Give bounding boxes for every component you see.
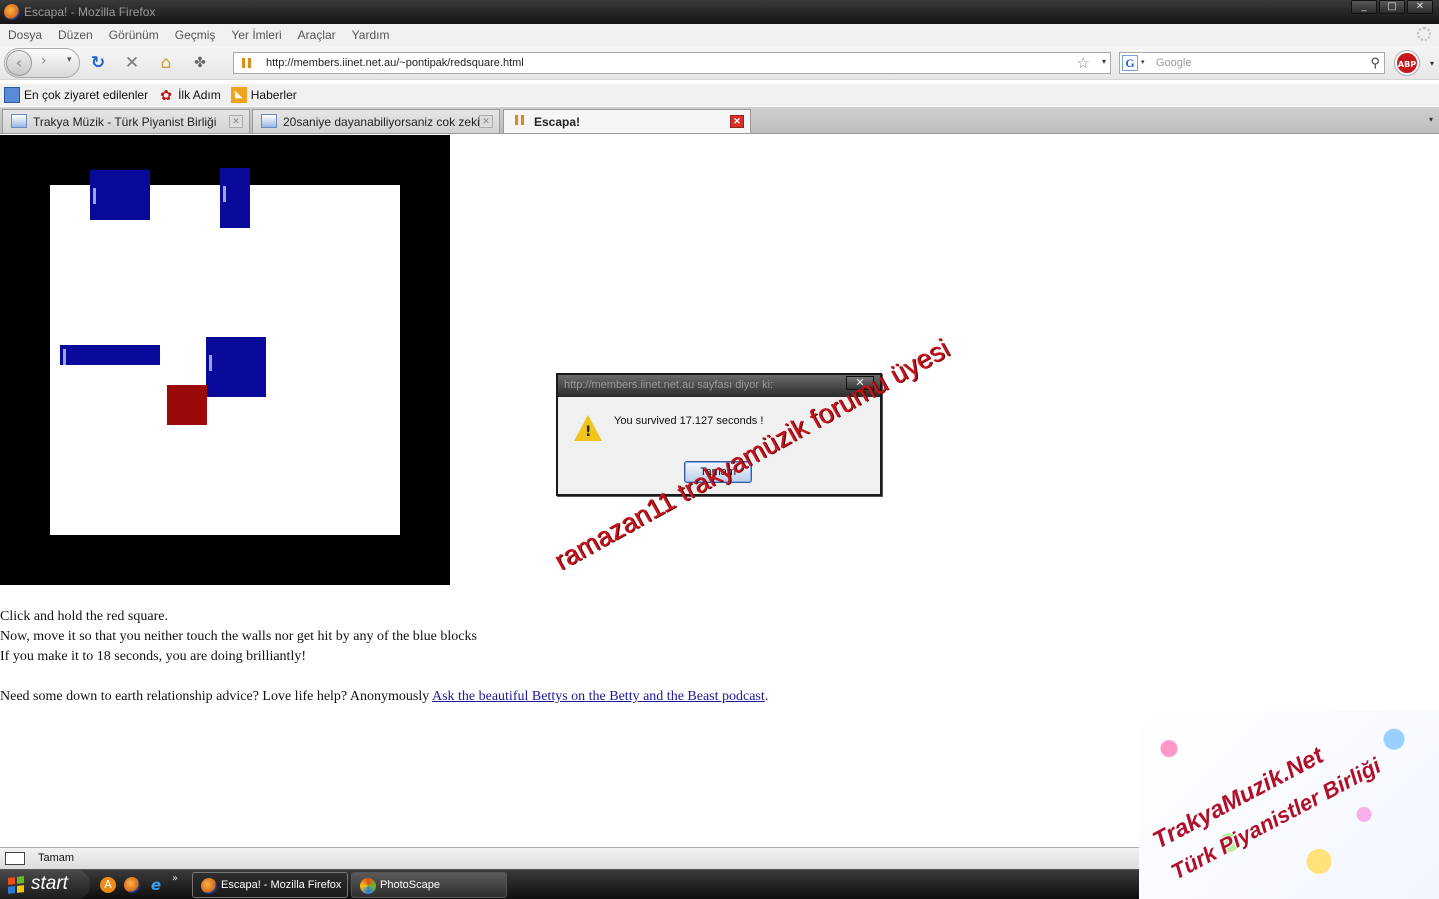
menu-file[interactable]: Dosya [0, 28, 50, 42]
tab-favicon-icon [11, 114, 27, 128]
advice-text: Need some down to earth relationship adv… [0, 689, 432, 704]
podcast-link[interactable]: Ask the beautiful Bettys on the Betty an… [432, 689, 765, 704]
adblock-dropdown-icon[interactable]: ▾ [1430, 59, 1434, 68]
menu-bookmarks[interactable]: Yer İmleri [223, 28, 289, 42]
star-icon[interactable]: ☆ [1077, 54, 1090, 72]
windows-logo-icon [8, 876, 24, 894]
alert-message: You survived 17.127 seconds ! [614, 415, 764, 427]
taskbar-firefox-button[interactable]: Escapa! - Mozilla Firefox [192, 872, 348, 898]
blue-block [206, 337, 266, 397]
back-arrow-icon[interactable]: ‹ [6, 50, 32, 76]
menu-view[interactable]: Görünüm [101, 28, 167, 42]
tab-label: Trakya Müzik - Türk Piyanist Birliği [33, 115, 217, 129]
start-button[interactable]: start [0, 870, 90, 899]
game-board [0, 135, 450, 585]
maximize-button[interactable]: □ [1379, 0, 1405, 14]
tab-escapa[interactable]: Escapa! ✕ [503, 109, 751, 133]
window-controls: _ □ ✕ [1351, 0, 1433, 14]
menu-help[interactable]: Yardım [344, 28, 398, 42]
firefox-icon [4, 4, 20, 20]
back-forward-group: ‹ › ▾ [4, 48, 80, 78]
tab-bar: Trakya Müzik - Türk Piyanist Birliği ✕ 2… [0, 107, 1439, 134]
instruction-line: Now, move it so that you neither touch t… [0, 629, 477, 644]
screen: Escapa! - Mozilla Firefox _ □ ✕ Dosya Dü… [0, 0, 1439, 899]
taskbar-label: PhotoScape [380, 879, 440, 891]
game-arena [50, 168, 400, 535]
quicklaunch-ie-icon[interactable]: e [148, 877, 164, 893]
flower-icon: ✿ [160, 87, 172, 103]
bookmarks-toolbar: En çok ziyaret edilenler ✿ İlk Adım ◣ Ha… [0, 84, 1439, 106]
menu-edit[interactable]: Düzen [50, 28, 101, 42]
menu-history[interactable]: Geçmiş [167, 28, 224, 42]
tools-icon[interactable]: ✤ [190, 53, 210, 73]
tab-close-icon[interactable]: ✕ [730, 115, 744, 128]
bookmark-first-steps[interactable]: ✿ İlk Adım [154, 87, 221, 103]
advice-paragraph: Need some down to earth relationship adv… [0, 687, 768, 707]
bookmark-label: Haberler [250, 88, 297, 102]
bookmark-news[interactable]: ◣ Haberler [227, 87, 297, 103]
pages-icon [4, 87, 20, 103]
home-icon[interactable]: ⌂ [156, 53, 176, 73]
blue-block [60, 345, 160, 365]
close-button[interactable]: ✕ [1407, 0, 1433, 14]
history-dropdown-icon[interactable]: ▾ [67, 55, 72, 65]
throbber-icon [1417, 27, 1431, 41]
red-square[interactable] [167, 385, 207, 425]
quicklaunch-firefox-icon[interactable] [124, 877, 140, 893]
stop-icon[interactable]: ✕ [122, 53, 142, 73]
url-input[interactable]: http://members.iinet.net.au/~pontipak/re… [266, 57, 524, 69]
bookmark-label: En çok ziyaret edilenler [24, 88, 149, 102]
bookmark-most-visited[interactable]: En çok ziyaret edilenler [0, 87, 148, 103]
instruction-line: Click and hold the red square. [0, 609, 168, 624]
window-title: Escapa! - Mozilla Firefox [24, 5, 156, 19]
url-dropdown-icon[interactable]: ▾ [1102, 57, 1106, 66]
rss-icon: ◣ [230, 87, 247, 103]
search-input[interactable]: Google [1156, 57, 1191, 69]
forward-arrow-icon[interactable]: › [41, 53, 47, 69]
engine-dropdown-icon[interactable]: ▾ [1141, 58, 1145, 66]
advice-end: . [764, 689, 769, 704]
trakyamuzik-logo: TrakyaMuzik.Net Türk Piyanistler Birliği [1139, 711, 1439, 899]
warning-mark: ! [585, 424, 592, 440]
quicklaunch-avast-icon[interactable]: A [100, 877, 116, 893]
status-icon [5, 852, 25, 865]
tab-list-icon[interactable]: ▾ [1429, 115, 1433, 124]
bookmark-label: İlk Adım [178, 88, 221, 102]
site-favicon-icon [240, 56, 254, 70]
tab-favicon-icon [261, 114, 277, 128]
google-engine-icon[interactable]: G [1122, 55, 1138, 71]
window-titlebar[interactable]: Escapa! - Mozilla Firefox _ □ ✕ [0, 0, 1439, 24]
instruction-line: If you make it to 18 seconds, you are do… [0, 649, 306, 664]
adblock-icon[interactable]: ABP [1395, 51, 1419, 75]
photoscape-icon [360, 878, 376, 894]
instructions: Click and hold the red square. Now, move… [0, 607, 768, 707]
magnifier-icon[interactable]: ⚲ [1370, 55, 1380, 71]
tab-close-icon[interactable]: ✕ [479, 115, 493, 128]
tab-label: Escapa! [534, 115, 581, 129]
start-label: start [31, 873, 68, 894]
taskbar-photoscape-button[interactable]: PhotoScape [351, 872, 507, 898]
firefox-icon [201, 878, 217, 894]
tab-20saniye[interactable]: 20saniye dayanabiliyorsaniz cok zekisini… [252, 109, 500, 133]
taskbar-label: Escapa! - Mozilla Firefox [221, 879, 342, 891]
tab-label: 20saniye dayanabiliyorsaniz cok zekisini… [283, 115, 479, 129]
navigation-toolbar: ‹ › ▾ ↻ ✕ ⌂ ✤ http://members.iinet.net.a… [0, 46, 1439, 80]
search-box[interactable]: G ▾ Google ⚲ [1119, 52, 1385, 74]
tab-trakya-muzik[interactable]: Trakya Müzik - Türk Piyanist Birliği ✕ [2, 109, 250, 133]
reload-icon[interactable]: ↻ [88, 53, 108, 73]
blue-block [90, 170, 150, 220]
url-bar[interactable]: http://members.iinet.net.au/~pontipak/re… [233, 52, 1111, 74]
minimize-button[interactable]: _ [1351, 0, 1377, 14]
tab-favicon-icon [512, 114, 528, 128]
status-text: Tamam [38, 852, 75, 864]
tab-close-icon[interactable]: ✕ [229, 115, 243, 128]
menu-tools[interactable]: Araçlar [290, 28, 344, 42]
quicklaunch-more-icon[interactable]: » [172, 873, 178, 884]
blue-block [220, 168, 250, 228]
menu-bar: Dosya Düzen Görünüm Geçmiş Yer İmleri Ar… [0, 24, 1439, 46]
